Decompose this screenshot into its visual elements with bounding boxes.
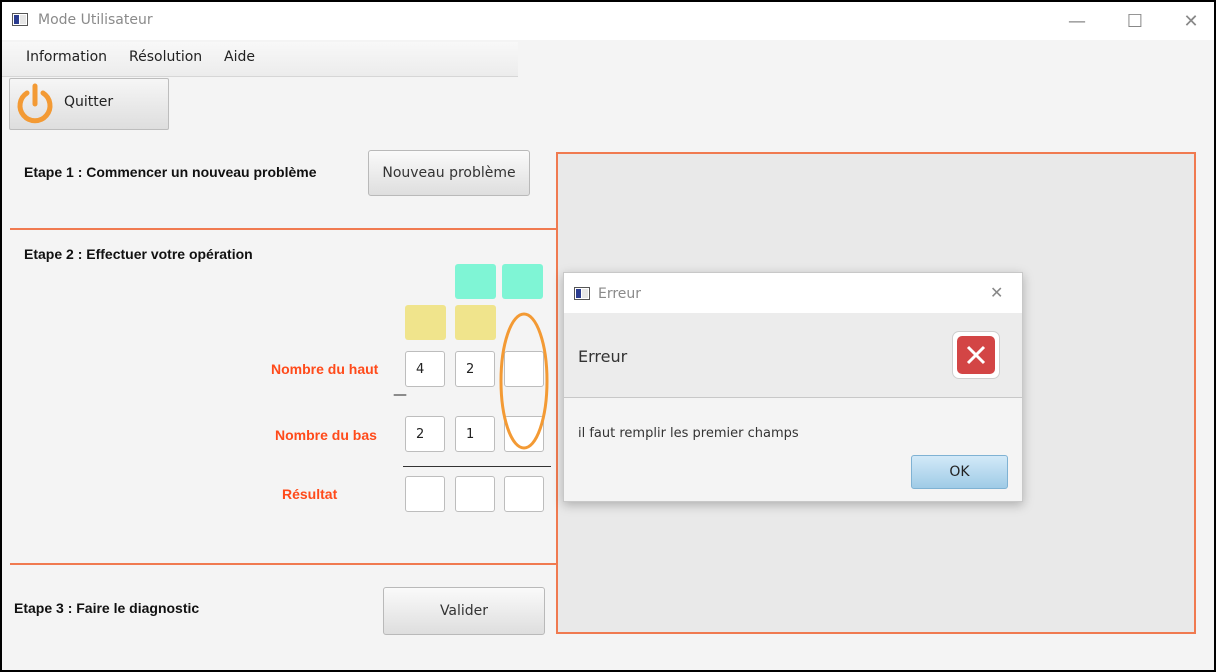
app-window: Mode Utilisateur — ☐ ✕ Information Résol… xyxy=(0,0,1216,672)
close-icon: ✕ xyxy=(1183,10,1199,32)
top-digit-2[interactable]: 2 xyxy=(455,351,495,387)
menu-bar: Information Résolution Aide xyxy=(2,42,518,77)
minus-operator: — xyxy=(393,387,407,403)
close-button[interactable]: ✕ xyxy=(1176,8,1206,34)
result-digit-1[interactable] xyxy=(405,476,445,512)
borrow-box-hundreds[interactable] xyxy=(405,305,446,340)
quit-label: Quitter xyxy=(64,94,114,110)
menu-resolution[interactable]: Résolution xyxy=(129,49,202,65)
result-digit-3[interactable] xyxy=(504,476,544,512)
sum-line xyxy=(403,466,551,467)
carry-box-tens[interactable] xyxy=(455,264,496,299)
dialog-header-text: Erreur xyxy=(578,347,628,366)
window-title: Mode Utilisateur xyxy=(38,12,153,28)
dialog-close-icon[interactable]: ✕ xyxy=(990,283,1003,302)
maximize-icon: ☐ xyxy=(1126,10,1144,32)
validate-button[interactable]: Valider xyxy=(383,587,545,635)
bottom-number-label: Nombre du bas xyxy=(275,427,377,443)
separator-2 xyxy=(10,563,556,565)
result-digit-2[interactable] xyxy=(455,476,495,512)
minimize-button[interactable]: — xyxy=(1062,8,1092,34)
quit-button[interactable]: Quitter xyxy=(9,78,169,130)
step2-label: Etape 2 : Effectuer votre opération xyxy=(24,246,253,262)
step3-label: Etape 3 : Faire le diagnostic xyxy=(14,600,200,616)
separator-1 xyxy=(10,228,556,230)
top-digit-1[interactable]: 4 xyxy=(405,351,445,387)
top-number-label: Nombre du haut xyxy=(271,361,379,377)
dialog-message: il faut remplir les premier champs xyxy=(578,426,799,441)
dialog-app-icon xyxy=(574,287,590,300)
dialog-title-bar: Erreur ✕ xyxy=(564,273,1022,313)
power-icon xyxy=(17,83,53,124)
menu-information[interactable]: Information xyxy=(26,49,107,65)
ok-button[interactable]: OK xyxy=(911,455,1008,489)
borrow-box-tens[interactable] xyxy=(455,305,496,340)
result-label: Résultat xyxy=(282,486,338,502)
bottom-digit-2[interactable]: 1 xyxy=(455,416,495,452)
title-bar: Mode Utilisateur — ☐ ✕ xyxy=(2,2,1214,40)
error-dialog: Erreur ✕ Erreur il faut remplir les prem… xyxy=(563,272,1023,502)
carry-box-units[interactable] xyxy=(502,264,543,299)
annotation-ellipse xyxy=(499,312,549,450)
new-problem-button[interactable]: Nouveau problème xyxy=(368,150,530,196)
maximize-button[interactable]: ☐ xyxy=(1120,8,1150,34)
bottom-digit-1[interactable]: 2 xyxy=(405,416,445,452)
dialog-title: Erreur xyxy=(598,286,642,302)
app-icon xyxy=(12,13,28,26)
step1-label: Etape 1 : Commencer un nouveau problème xyxy=(24,164,317,180)
menu-aide[interactable]: Aide xyxy=(224,49,255,65)
minimize-icon: — xyxy=(1068,10,1086,32)
error-icon xyxy=(952,331,1000,379)
